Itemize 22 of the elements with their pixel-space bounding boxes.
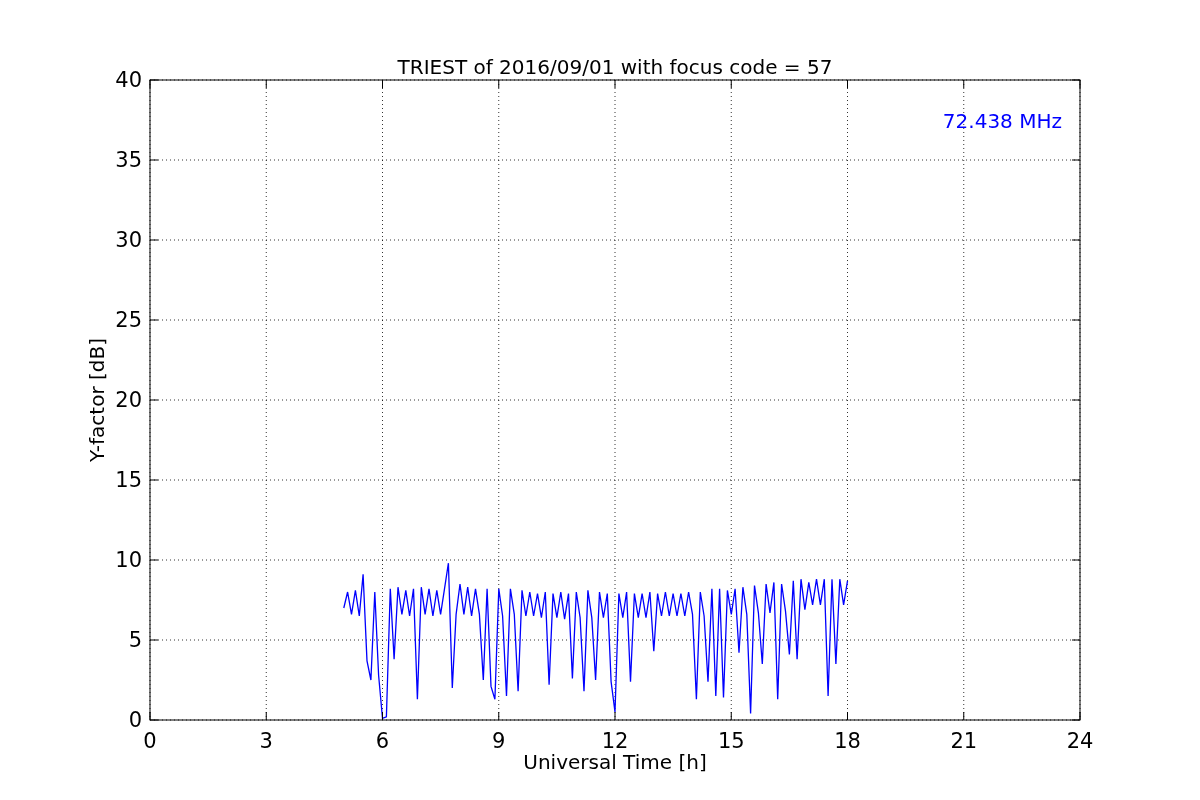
chart-title: TRIEST of 2016/09/01 with focus code = 57 [397, 55, 833, 79]
tick-label: 3 [259, 729, 273, 753]
tick-label: 18 [834, 729, 861, 753]
tick-label: 12 [601, 729, 629, 753]
tick-label: 15 [115, 468, 142, 492]
tick-label: 0 [143, 729, 157, 753]
y-axis-label: Y-factor [dB] [85, 338, 109, 462]
tick-label: 6 [375, 729, 390, 753]
x-axis-label: Universal Time [h] [523, 750, 707, 774]
tick-label: 10 [115, 548, 142, 572]
tick-label: 40 [115, 68, 142, 92]
tick-label: 24 [1066, 729, 1094, 753]
tick-label: 5 [128, 628, 142, 652]
tick-label: 35 [115, 148, 142, 172]
tick-label: 20 [115, 388, 142, 412]
annotation-label: 72.438 MHz [942, 109, 1062, 133]
tick-label: 15 [717, 729, 745, 753]
tick-label: 25 [115, 308, 142, 332]
tick-label: 21 [950, 729, 978, 753]
tick-label: 9 [492, 729, 506, 753]
tick-label: 0 [128, 708, 142, 732]
tick-label: 30 [115, 228, 142, 252]
